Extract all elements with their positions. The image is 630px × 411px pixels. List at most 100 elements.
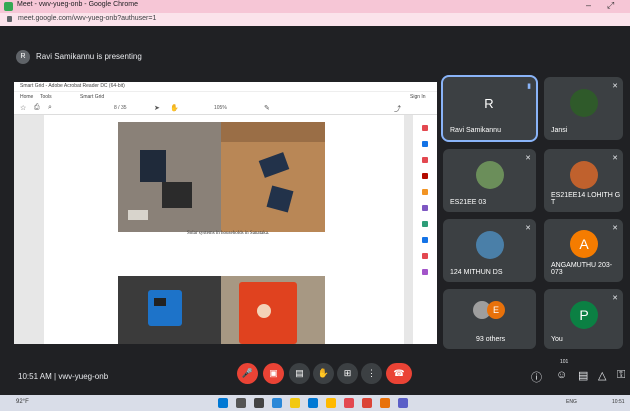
- tool-create-icon[interactable]: [422, 157, 428, 163]
- presenting-banner: R Ravi Samikannu is presenting: [16, 50, 316, 64]
- minimize-button[interactable]: –: [586, 0, 591, 10]
- comment-icon[interactable]: ✎: [264, 104, 270, 112]
- tool-protect-icon[interactable]: [422, 237, 428, 243]
- participant-name: ES21EE 03: [450, 199, 487, 206]
- participant-name: Jansi: [551, 127, 568, 134]
- solar-photo-4: [221, 276, 325, 344]
- avatar: A: [570, 230, 598, 258]
- participant-tile-you[interactable]: P ✕ You: [544, 289, 623, 349]
- mic-toggle-button[interactable]: 🎤: [237, 363, 258, 384]
- participant-name: ES21EE14 LOHITH G T: [551, 192, 621, 206]
- window-title: Meet - vwv-yueg-onb - Google Chrome: [17, 1, 138, 8]
- participant-name: You: [551, 336, 563, 343]
- folder-icon[interactable]: [326, 398, 336, 408]
- document-page: Solar systems in households in Sanataka.: [44, 115, 404, 344]
- file-explorer-icon[interactable]: [290, 398, 300, 408]
- address-bar[interactable]: meet.google.com/vwv-yueg-onb?authuser=1: [0, 13, 630, 26]
- tab-tools[interactable]: Tools: [40, 94, 52, 100]
- solar-photo-2: [221, 122, 325, 232]
- avatar: [476, 231, 504, 259]
- participant-tile-jansi[interactable]: ✕ Jansi: [544, 77, 623, 140]
- participant-tile-lohith[interactable]: ✕ ES21EE14 LOHITH G T: [544, 149, 623, 212]
- chrome-icon[interactable]: [362, 398, 372, 408]
- tool-export-icon[interactable]: [422, 125, 428, 131]
- page-number[interactable]: 8 / 35: [114, 105, 127, 111]
- store-icon[interactable]: [308, 398, 318, 408]
- host-controls-icon[interactable]: ⚿: [617, 369, 625, 382]
- solar-photo-1: [118, 122, 221, 232]
- restore-button[interactable]: ⤢: [607, 0, 614, 11]
- tool-pdf-icon[interactable]: [422, 173, 428, 179]
- participant-tile-ravi[interactable]: R ▮ Ravi Samikannu: [441, 75, 538, 142]
- participant-tile-angamuthu[interactable]: A ✕ ANGAMUTHU 203-073: [544, 219, 623, 282]
- shared-screen: Smart Grid - Adobe Acrobat Reader DC (64…: [14, 82, 437, 344]
- weather-widget[interactable]: 92°F: [16, 399, 29, 405]
- sign-in-link[interactable]: Sign In: [410, 94, 426, 100]
- tab-document[interactable]: Smart Grid: [80, 94, 104, 100]
- participant-tile-others[interactable]: E 93 others: [443, 289, 536, 349]
- activities-icon[interactable]: △: [598, 369, 606, 382]
- url-text: meet.google.com/vwv-yueg-onb?authuser=1: [18, 15, 157, 22]
- participant-tile-mithun[interactable]: ✕ 124 MITHUN DS: [443, 219, 536, 282]
- avatar: [570, 161, 598, 189]
- bookmark-icon[interactable]: ☆: [20, 104, 26, 112]
- mic-off-icon: ✕: [612, 225, 618, 232]
- figure-caption: Solar systems in households in Sanataka.: [187, 231, 270, 236]
- avatar: R: [484, 96, 494, 111]
- presenter-avatar: R: [16, 50, 30, 64]
- leave-call-button[interactable]: ☎: [386, 363, 412, 384]
- mic-off-icon: ✕: [525, 155, 531, 162]
- browser-title-bar: Meet - vwv-yueg-onb - Google Chrome – ⤢: [0, 0, 630, 13]
- tool-compress-icon[interactable]: [422, 221, 428, 227]
- start-icon[interactable]: [218, 398, 228, 408]
- tab-home[interactable]: Home: [20, 94, 33, 100]
- search-icon[interactable]: ⌕: [48, 104, 52, 112]
- mic-off-icon: ✕: [612, 155, 618, 162]
- more-options-button[interactable]: ⋮: [361, 363, 382, 384]
- acrobat-toolbar: ☆ ⎙ ⌕ 8 / 35 ➤ ✋ 105% ✎ ⤴: [14, 102, 437, 115]
- acrobat-taskbar-icon[interactable]: [344, 398, 354, 408]
- raise-hand-button[interactable]: ✋: [313, 363, 334, 384]
- participant-name: ANGAMUTHU 203-073: [551, 262, 613, 276]
- hand-tool-icon[interactable]: ✋: [170, 104, 179, 112]
- speaking-indicator-icon: ▮: [527, 83, 531, 90]
- clock[interactable]: 10:51: [612, 399, 625, 405]
- search-taskbar-icon[interactable]: [236, 398, 246, 408]
- avatar: [476, 161, 504, 189]
- tool-more-icon[interactable]: [422, 269, 428, 275]
- acrobat-tabs: Home Tools Smart Grid Sign In: [14, 92, 437, 102]
- tool-edit-icon[interactable]: [422, 141, 428, 147]
- edge-icon[interactable]: [272, 398, 282, 408]
- print-icon[interactable]: ⎙: [34, 104, 40, 112]
- tool-organize-icon[interactable]: [422, 205, 428, 211]
- document-viewport[interactable]: Solar systems in households in Sanataka.: [14, 115, 413, 344]
- others-count: 93 others: [476, 336, 506, 343]
- meeting-controls: 10:51 AM | vwv-yueg-onb 🎤 ▣ ▤ ✋ ⊞ ⋮ ☎ ⓘ …: [0, 355, 630, 395]
- captions-button[interactable]: ▤: [289, 363, 310, 384]
- others-avatar: E: [487, 301, 505, 319]
- people-icon[interactable]: ☺: [556, 369, 567, 381]
- tool-comment-icon[interactable]: [422, 189, 428, 195]
- app-icon[interactable]: [380, 398, 390, 408]
- tool-fill-sign-icon[interactable]: [422, 253, 428, 259]
- participant-name: Ravi Samikannu: [450, 127, 501, 134]
- acrobat-tools-pane: [413, 115, 437, 344]
- mic-off-icon: ✕: [525, 225, 531, 232]
- participant-tile-es21ee03[interactable]: ✕ ES21EE 03: [443, 149, 536, 212]
- presenting-text: Ravi Samikannu is presenting: [36, 52, 142, 61]
- chat-icon[interactable]: ▤: [578, 369, 588, 382]
- camera-toggle-button[interactable]: ▣: [263, 363, 284, 384]
- lock-icon: [7, 16, 12, 22]
- task-view-icon[interactable]: [254, 398, 264, 408]
- present-button[interactable]: ⊞: [337, 363, 358, 384]
- mic-off-icon: ✕: [612, 83, 618, 90]
- zoom-level[interactable]: 105%: [214, 105, 227, 111]
- teams-icon[interactable]: [398, 398, 408, 408]
- avatar: [570, 89, 598, 117]
- select-tool-icon[interactable]: ➤: [154, 104, 160, 112]
- solar-photo-3: [118, 276, 221, 344]
- language-indicator[interactable]: ENG: [566, 399, 577, 405]
- share-icon[interactable]: ⤴: [394, 104, 401, 114]
- meeting-details-icon[interactable]: ⓘ: [531, 369, 542, 385]
- meeting-time-code: 10:51 AM | vwv-yueg-onb: [18, 372, 109, 381]
